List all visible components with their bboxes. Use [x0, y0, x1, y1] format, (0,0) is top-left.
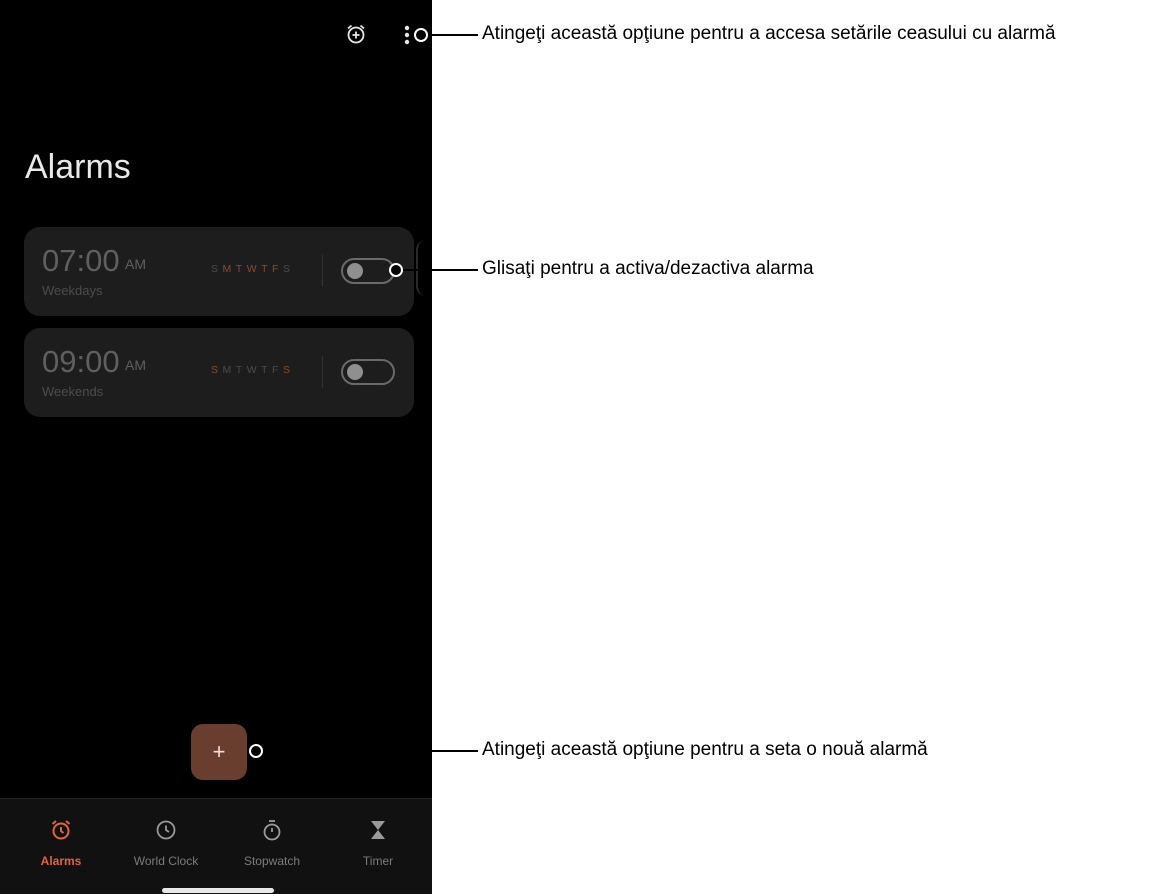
alarm-time: 07:00 — [42, 243, 120, 278]
day-thursday: T — [261, 364, 269, 376]
tab-timer[interactable]: Timer — [328, 815, 428, 868]
alarm-ampm: AM — [125, 256, 146, 272]
card-divider — [322, 356, 323, 388]
tab-stopwatch[interactable]: Stopwatch — [222, 815, 322, 868]
tab-world-clock[interactable]: World Clock — [116, 815, 216, 868]
add-alarm-button[interactable]: + — [191, 724, 247, 780]
more-options-icon[interactable] — [400, 22, 414, 48]
hourglass-icon — [328, 815, 428, 845]
day-saturday: S — [282, 263, 291, 275]
day-wednesday: W — [246, 364, 258, 376]
day-monday: M — [222, 263, 232, 275]
clock-icon — [116, 815, 216, 845]
day-tuesday: T — [235, 263, 243, 275]
phone-screen: Alarms 07:00 AM Weekdays S M T W T F S 0… — [0, 0, 432, 894]
callout-text-settings: Atingeţi această opţiune pentru a accesa… — [482, 23, 1056, 44]
callout-line-toggle — [403, 269, 478, 271]
day-sunday: S — [211, 364, 219, 376]
day-friday: F — [272, 364, 279, 376]
tab-label: World Clock — [133, 854, 199, 868]
day-monday: M — [222, 364, 232, 376]
day-tuesday: T — [235, 364, 243, 376]
day-saturday: S — [282, 364, 291, 376]
stopwatch-icon — [222, 815, 322, 845]
card-peek-edge — [416, 240, 432, 296]
tab-alarms[interactable]: Alarms — [11, 815, 111, 868]
alarm-card[interactable]: 07:00 AM Weekdays S M T W T F S — [24, 227, 414, 316]
home-indicator — [162, 888, 274, 893]
add-alarm-icon[interactable] — [344, 22, 368, 46]
alarm-repeat-label: Weekdays — [42, 283, 103, 298]
tab-label: Alarms — [40, 854, 82, 868]
alarm-toggle[interactable] — [341, 359, 395, 385]
day-thursday: T — [261, 263, 269, 275]
day-friday: F — [272, 263, 279, 275]
alarm-days: S M T W T F S — [211, 263, 290, 275]
toggle-knob — [347, 364, 363, 380]
tab-label: Stopwatch — [243, 854, 301, 868]
alarm-clock-icon — [11, 815, 111, 845]
card-divider — [322, 255, 323, 287]
alarm-card[interactable]: 09:00 AM Weekends S M T W T F S — [24, 328, 414, 417]
bottom-navigation: Alarms World Clock Stopwatch Timer — [0, 798, 432, 894]
toggle-knob — [347, 263, 363, 279]
page-title: Alarms — [25, 148, 131, 186]
callout-text-add: Atingeţi această opţiune pentru a seta o… — [482, 739, 928, 760]
day-wednesday: W — [246, 263, 258, 275]
day-sunday: S — [211, 263, 219, 275]
callout-dot-add — [249, 744, 263, 758]
alarm-ampm: AM — [125, 357, 146, 373]
tab-label: Timer — [362, 854, 394, 868]
callout-text-toggle: Glisaţi pentru a activa/dezactiva alarma — [482, 258, 814, 279]
alarm-repeat-label: Weekends — [42, 384, 104, 399]
alarm-time: 09:00 — [42, 344, 120, 379]
callout-dot-toggle — [389, 263, 403, 277]
callout-dot-settings — [414, 28, 428, 42]
callout-line-settings — [428, 34, 478, 36]
alarm-toggle[interactable] — [341, 258, 395, 284]
callout-line-add — [263, 750, 478, 752]
alarm-days: S M T W T F S — [211, 364, 290, 376]
